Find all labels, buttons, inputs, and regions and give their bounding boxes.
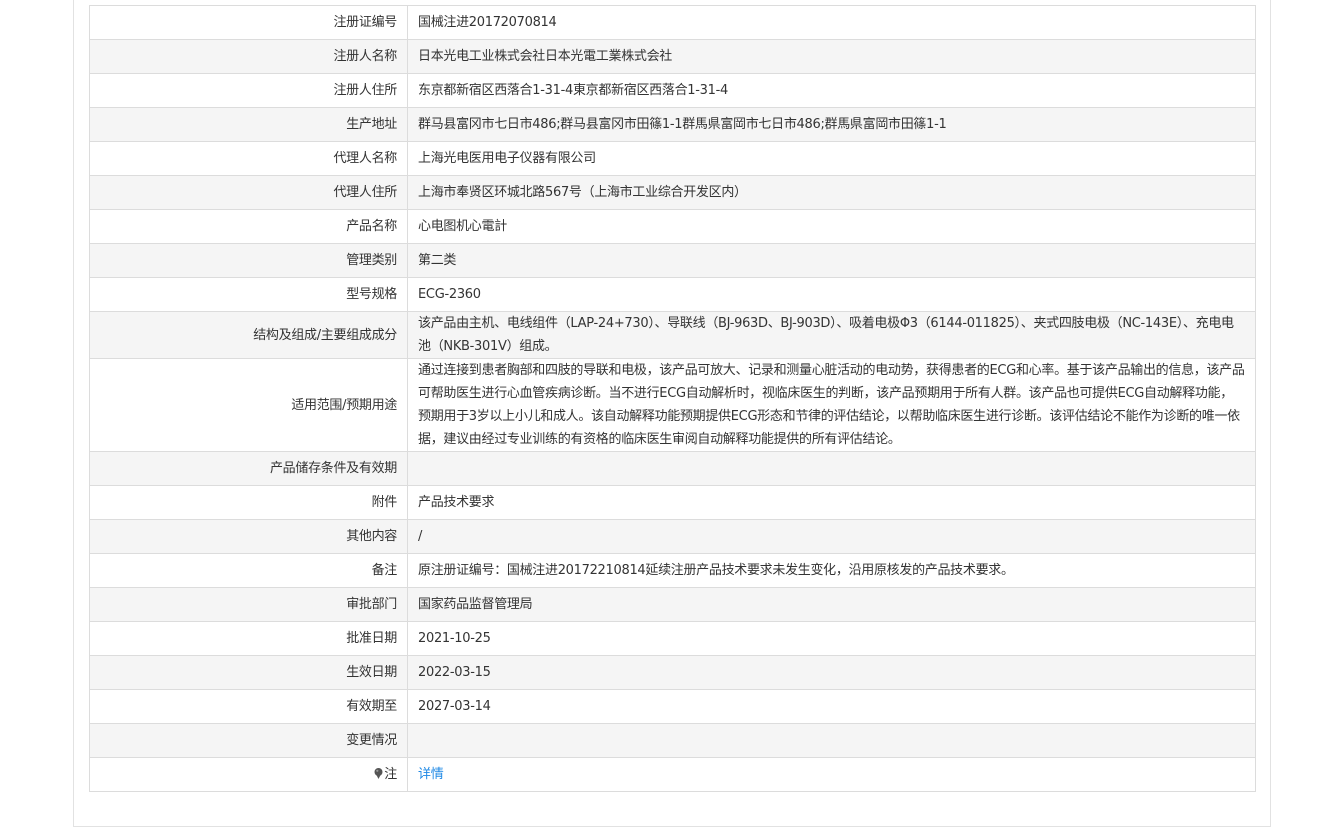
- row-label: 代理人名称: [89, 141, 408, 176]
- row-value: 产品技术要求: [407, 485, 1256, 520]
- row-label: 产品名称: [89, 209, 408, 244]
- row-value: 该产品由主机、电线组件（LAP-24+730）、导联线（BJ-963D、BJ-9…: [407, 311, 1256, 359]
- table-row: 代理人名称 上海光电医用电子仪器有限公司: [89, 141, 1256, 176]
- table-row: 生产地址 群马县富冈市七日市486;群马县富冈市田篠1-1群馬県富岡市七日市48…: [89, 107, 1256, 142]
- table-row: 代理人住所 上海市奉贤区环城北路567号（上海市工业综合开发区内）: [89, 175, 1256, 210]
- row-label: 结构及组成/主要组成成分: [89, 311, 408, 359]
- row-label: 产品储存条件及有效期: [89, 451, 408, 486]
- table-row: 产品储存条件及有效期: [89, 451, 1256, 486]
- table-row: 附件 产品技术要求: [89, 485, 1256, 520]
- row-value: 2027-03-14: [407, 689, 1256, 724]
- table-row: 产品名称 心电图机心電計: [89, 209, 1256, 244]
- row-value: 日本光电工业株式会社日本光電工業株式会社: [407, 39, 1256, 74]
- table-row: 备注 原注册证编号：国械注进20172210814延续注册产品技术要求未发生变化…: [89, 553, 1256, 588]
- table-row: 生效日期 2022-03-15: [89, 655, 1256, 690]
- table-row: 结构及组成/主要组成成分 该产品由主机、电线组件（LAP-24+730）、导联线…: [89, 311, 1256, 359]
- row-label: 其他内容: [89, 519, 408, 554]
- row-value: 2022-03-15: [407, 655, 1256, 690]
- row-value: 心电图机心電計: [407, 209, 1256, 244]
- details-link[interactable]: 详情: [418, 767, 444, 782]
- row-value: /: [407, 519, 1256, 554]
- row-label: 审批部门: [89, 587, 408, 622]
- row-value: 上海市奉贤区环城北路567号（上海市工业综合开发区内）: [407, 175, 1256, 210]
- note-label: 注: [384, 767, 397, 782]
- table-row: 适用范围/预期用途 通过连接到患者胸部和四肢的导联和电极，该产品可放大、记录和测…: [89, 358, 1256, 452]
- table-row: 注册证编号 国械注进20172070814: [89, 5, 1256, 40]
- table-row: 有效期至 2027-03-14: [89, 689, 1256, 724]
- note-value-cell: 详情: [407, 757, 1256, 792]
- row-label: 生效日期: [89, 655, 408, 690]
- row-value: 第二类: [407, 243, 1256, 278]
- row-label: 生产地址: [89, 107, 408, 142]
- note-row: 注 详情: [89, 757, 1256, 792]
- note-label-cell: 注: [89, 757, 408, 792]
- row-label: 变更情况: [89, 723, 408, 758]
- row-value: 通过连接到患者胸部和四肢的导联和电极，该产品可放大、记录和测量心脏活动的电动势，…: [407, 358, 1256, 452]
- row-value: 国械注进20172070814: [407, 5, 1256, 40]
- table-row: 注册人住所 东京都新宿区西落合1-31-4東京都新宿区西落合1-31-4: [89, 73, 1256, 108]
- row-value: 原注册证编号：国械注进20172210814延续注册产品技术要求未发生变化，沿用…: [407, 553, 1256, 588]
- row-value: 2021-10-25: [407, 621, 1256, 656]
- row-value: [407, 451, 1256, 486]
- row-label: 管理类别: [89, 243, 408, 278]
- row-label: 批准日期: [89, 621, 408, 656]
- row-label: 有效期至: [89, 689, 408, 724]
- pin-icon: [374, 764, 383, 779]
- row-value: 国家药品监督管理局: [407, 587, 1256, 622]
- table-row: 管理类别 第二类: [89, 243, 1256, 278]
- table-row: 其他内容 /: [89, 519, 1256, 554]
- table-row: 型号规格 ECG-2360: [89, 277, 1256, 312]
- table-row: 变更情况: [89, 723, 1256, 758]
- table-row: 审批部门 国家药品监督管理局: [89, 587, 1256, 622]
- registration-detail-table: 注册证编号 国械注进20172070814 注册人名称 日本光电工业株式会社日本…: [89, 5, 1256, 792]
- row-label: 适用范围/预期用途: [89, 358, 408, 452]
- row-label: 注册人住所: [89, 73, 408, 108]
- row-label: 代理人住所: [89, 175, 408, 210]
- row-label: 注册证编号: [89, 5, 408, 40]
- row-value: 上海光电医用电子仪器有限公司: [407, 141, 1256, 176]
- row-label: 型号规格: [89, 277, 408, 312]
- row-value: [407, 723, 1256, 758]
- row-label: 注册人名称: [89, 39, 408, 74]
- table-row: 注册人名称 日本光电工业株式会社日本光電工業株式会社: [89, 39, 1256, 74]
- table-row: 批准日期 2021-10-25: [89, 621, 1256, 656]
- row-label: 备注: [89, 553, 408, 588]
- row-label: 附件: [89, 485, 408, 520]
- row-value: 群马县富冈市七日市486;群马县富冈市田篠1-1群馬県富岡市七日市486;群馬県…: [407, 107, 1256, 142]
- row-value: 东京都新宿区西落合1-31-4東京都新宿区西落合1-31-4: [407, 73, 1256, 108]
- row-value: ECG-2360: [407, 277, 1256, 312]
